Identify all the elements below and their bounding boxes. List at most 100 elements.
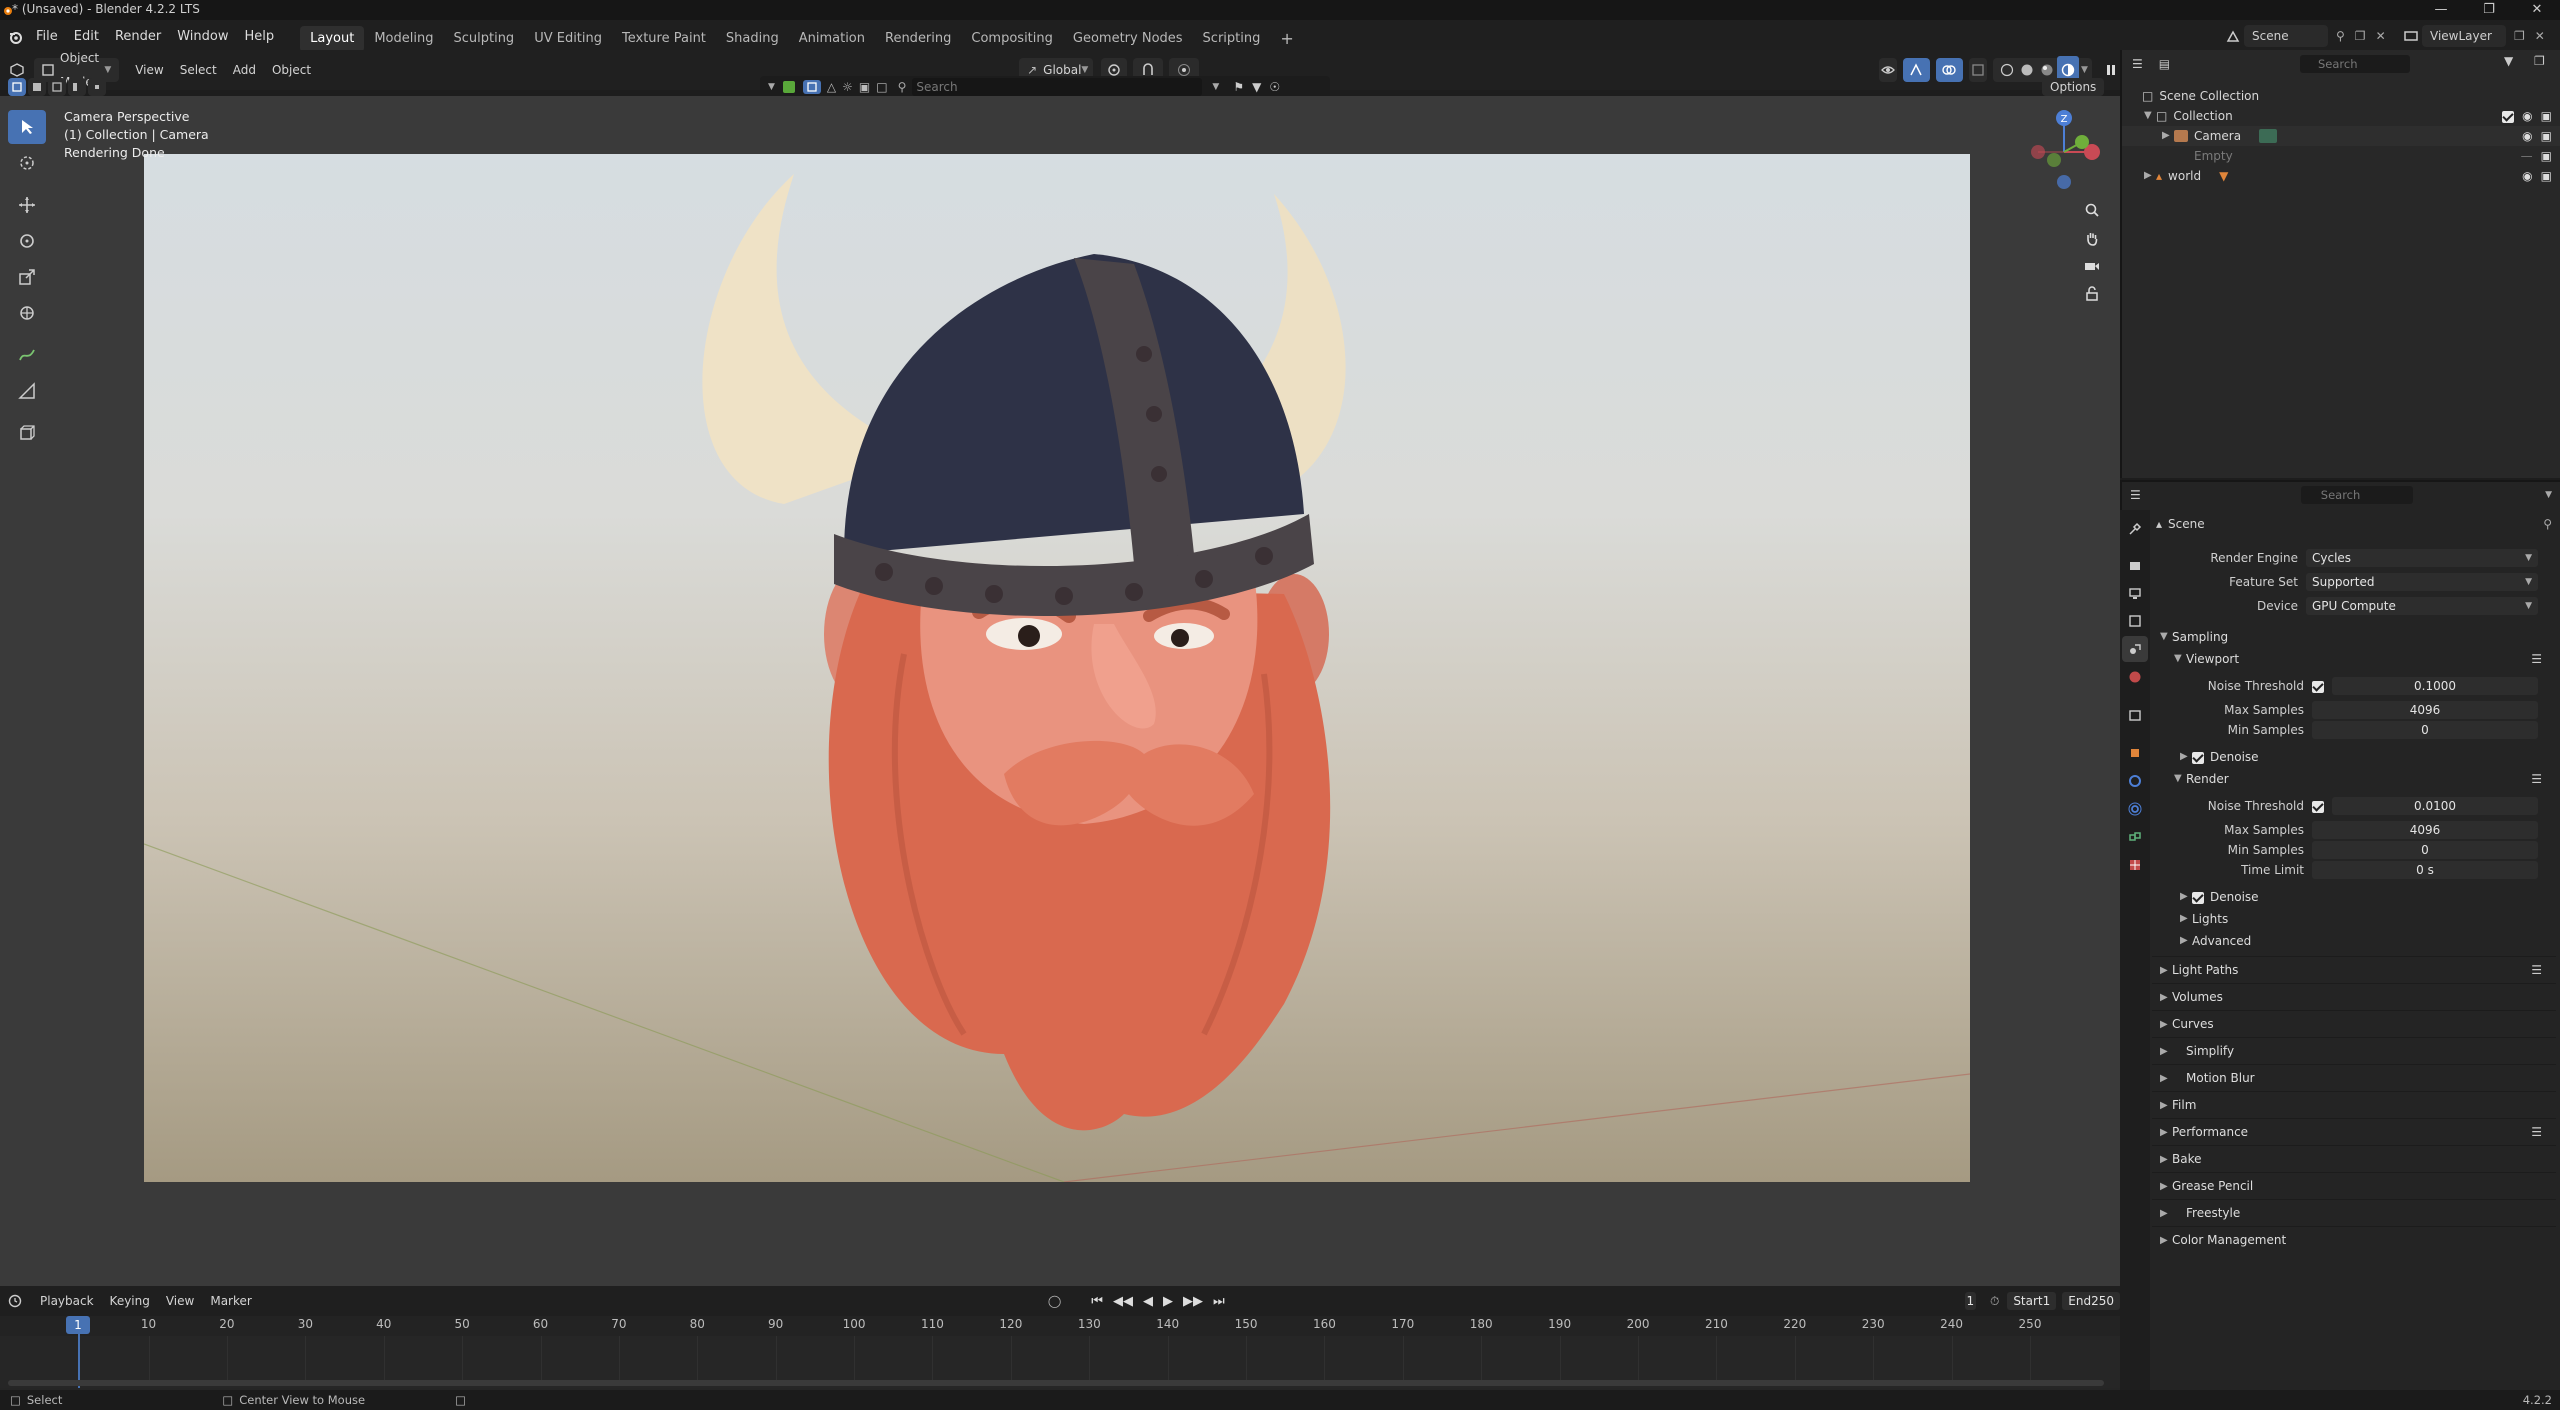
solid-shading-icon[interactable] bbox=[2017, 56, 2037, 84]
chevron-right-icon[interactable]: ▶ bbox=[2144, 166, 2156, 186]
filter-funnel-icon[interactable]: ▼ bbox=[2504, 54, 2513, 68]
r-min-field[interactable]: 0 bbox=[2312, 841, 2538, 859]
camera-render-icon[interactable]: ▣ bbox=[2541, 106, 2552, 126]
auto-keying-icon[interactable]: ◯ bbox=[1048, 1294, 1061, 1308]
add-workspace-button[interactable]: + bbox=[1270, 26, 1303, 52]
properties-search-input[interactable]: Search bbox=[2300, 486, 2413, 504]
outliner-editor-icon[interactable]: ☰ bbox=[2132, 57, 2143, 71]
output-tab-icon[interactable] bbox=[2122, 580, 2148, 606]
tab-texture-paint[interactable]: Texture Paint bbox=[612, 26, 716, 52]
filter-camera-icon[interactable]: ▣ bbox=[859, 80, 870, 94]
r-max-field[interactable]: 4096 bbox=[2312, 821, 2538, 839]
tab-compositing[interactable]: Compositing bbox=[961, 26, 1063, 52]
outliner-search-input[interactable]: Search bbox=[2300, 55, 2410, 73]
add-cube-tool[interactable] bbox=[8, 416, 46, 450]
current-frame-field[interactable]: 1 bbox=[1964, 1292, 1976, 1310]
playhead-marker[interactable]: 1 bbox=[66, 1316, 90, 1334]
camera-view-icon[interactable] bbox=[2078, 252, 2106, 280]
chevron-down-icon[interactable]: ▼ bbox=[768, 82, 775, 92]
start-frame-field[interactable]: Start 1 bbox=[2007, 1292, 2057, 1310]
prev-keyframe-icon[interactable]: ◀◀ bbox=[1113, 1294, 1133, 1309]
next-keyframe-icon[interactable]: ▶▶ bbox=[1183, 1294, 1203, 1309]
modifier-tab-icon[interactable] bbox=[2122, 768, 2148, 794]
shield-icon[interactable]: ☉ bbox=[1269, 80, 1280, 94]
pause-render-icon[interactable] bbox=[2102, 58, 2120, 82]
new-viewlayer-icon[interactable]: ❐ bbox=[2514, 29, 2525, 43]
close-icon[interactable]: ✕ bbox=[2520, 0, 2554, 20]
vp-denoise-subsection[interactable]: ▶ Denoise bbox=[2152, 746, 2556, 768]
properties-editor-icon[interactable]: ☰ bbox=[2130, 488, 2141, 502]
jump-end-icon[interactable]: ⏭ bbox=[1213, 1294, 1225, 1309]
r-denoise-subsection[interactable]: ▶ Denoise bbox=[2152, 886, 2556, 908]
menu-render[interactable]: Render bbox=[107, 20, 169, 54]
overlay-toggle-icon[interactable] bbox=[1935, 58, 1963, 82]
pin-icon[interactable]: ⚲ bbox=[2336, 29, 2345, 43]
chevron-down-icon[interactable]: ▼ bbox=[2081, 65, 2088, 75]
pin-icon[interactable]: ⚲ bbox=[2543, 517, 2552, 531]
menu-select[interactable]: Select bbox=[172, 58, 225, 82]
lock-icon[interactable] bbox=[2078, 280, 2106, 308]
clock-icon[interactable] bbox=[8, 1289, 22, 1313]
scene-selector[interactable]: Scene ⚲ ❐ ✕ bbox=[2226, 25, 2386, 47]
render-subsection-header[interactable]: ▼ Render ☰ bbox=[2152, 768, 2556, 790]
new-scene-icon[interactable]: ❐ bbox=[2355, 29, 2366, 43]
r-denoise-checkbox[interactable] bbox=[2192, 886, 2204, 908]
viewport-search-input[interactable]: Search bbox=[912, 78, 1203, 96]
section-performance[interactable]: ▶ Performance ☰ bbox=[2152, 1118, 2556, 1145]
object-type-filter-icon[interactable] bbox=[782, 81, 795, 93]
gizmo-toggle-icon[interactable] bbox=[1902, 58, 1930, 82]
bookmark-icon[interactable]: ⚑ bbox=[1233, 80, 1244, 94]
presets-list-icon[interactable]: ☰ bbox=[2531, 1119, 2542, 1146]
cursor-tool[interactable] bbox=[8, 146, 46, 180]
section-bake[interactable]: ▶ Bake bbox=[2152, 1145, 2556, 1172]
advanced-subsection[interactable]: ▶ Advanced bbox=[2152, 930, 2556, 952]
filter-funnel-icon[interactable]: ▼ bbox=[1252, 80, 1261, 94]
select-invert-icon[interactable] bbox=[68, 78, 86, 96]
view-layer-tab-icon[interactable] bbox=[2122, 608, 2148, 634]
sampling-section-header[interactable]: ▼ Sampling bbox=[2152, 626, 2556, 648]
play-reverse-icon[interactable]: ◀ bbox=[1143, 1294, 1153, 1309]
maximize-icon[interactable]: ❐ bbox=[2472, 0, 2506, 20]
delete-scene-icon[interactable]: ✕ bbox=[2376, 29, 2386, 43]
render-engine-dropdown[interactable]: Cycles ▼ bbox=[2306, 549, 2538, 567]
eye-icon[interactable]: ◉ bbox=[2522, 106, 2532, 126]
select-extend-icon[interactable] bbox=[28, 78, 46, 96]
tab-sculpting[interactable]: Sculpting bbox=[443, 26, 524, 52]
tab-modeling[interactable]: Modeling bbox=[364, 26, 443, 52]
eye-icon[interactable]: ◉ bbox=[2522, 166, 2532, 186]
tool-tab-icon[interactable] bbox=[2122, 516, 2148, 542]
measure-tool[interactable] bbox=[8, 374, 46, 408]
section-grease-pencil[interactable]: ▶ Grease Pencil bbox=[2152, 1172, 2556, 1199]
delete-viewlayer-icon[interactable]: ✕ bbox=[2535, 29, 2545, 43]
vp-min-field[interactable]: 0 bbox=[2312, 721, 2538, 739]
collection-tab-icon[interactable] bbox=[2122, 702, 2148, 728]
constraints-tab-icon[interactable] bbox=[2122, 824, 2148, 850]
vp-noise-checkbox[interactable] bbox=[2312, 679, 2324, 693]
chevron-down-icon[interactable]: ▼ bbox=[1212, 82, 1219, 92]
mesh-data-icon[interactable]: ▼ bbox=[2219, 166, 2228, 186]
tab-layout[interactable]: Layout bbox=[300, 26, 365, 52]
move-tool[interactable] bbox=[8, 188, 46, 222]
timeline-scrollbar[interactable] bbox=[8, 1380, 2104, 1386]
presets-list-icon[interactable]: ☰ bbox=[2531, 957, 2542, 984]
navigation-gizmo[interactable]: Z bbox=[2026, 108, 2110, 192]
filter-mesh-icon[interactable]: △ bbox=[827, 80, 836, 94]
world-tab-icon[interactable] bbox=[2122, 664, 2148, 690]
exclude-checkbox[interactable] bbox=[2502, 106, 2515, 126]
data-tab-icon[interactable] bbox=[2122, 852, 2148, 878]
tab-rendering[interactable]: Rendering bbox=[875, 26, 961, 52]
device-dropdown[interactable]: GPU Compute ▼ bbox=[2306, 597, 2538, 615]
eye-icon[interactable]: ◉ bbox=[2522, 126, 2532, 146]
tab-animation[interactable]: Animation bbox=[789, 26, 875, 52]
jump-start-icon[interactable]: ⏮ bbox=[1091, 1294, 1103, 1309]
vp-denoise-checkbox[interactable] bbox=[2192, 746, 2204, 768]
keying-menu[interactable]: Keying bbox=[102, 1289, 158, 1313]
tab-geometry-nodes[interactable]: Geometry Nodes bbox=[1063, 26, 1193, 52]
minimize-icon[interactable]: — bbox=[2424, 0, 2458, 20]
new-collection-icon[interactable]: ❐ bbox=[2534, 54, 2545, 68]
transform-tool[interactable] bbox=[8, 296, 46, 330]
select-subtract-icon[interactable] bbox=[48, 78, 66, 96]
xray-icon[interactable] bbox=[1969, 58, 1988, 82]
tab-uv-editing[interactable]: UV Editing bbox=[524, 26, 612, 52]
section-freestyle[interactable]: ▶ Freestyle bbox=[2152, 1199, 2556, 1226]
